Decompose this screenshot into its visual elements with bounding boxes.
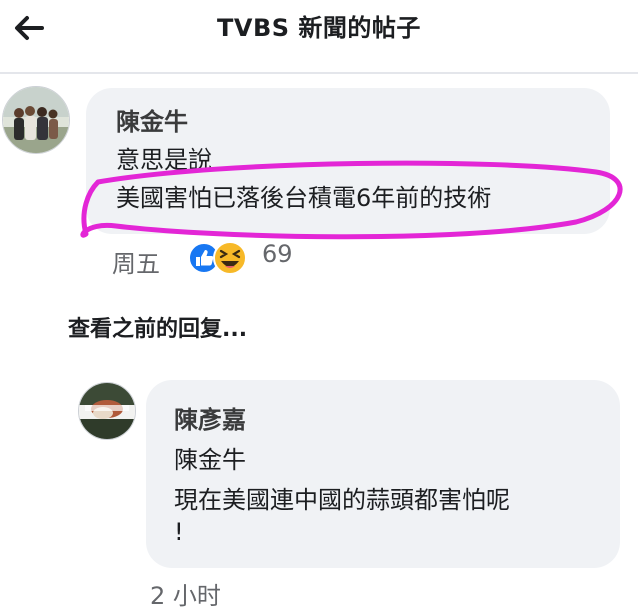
comment-author[interactable]: 陳金牛 [116, 102, 188, 137]
reactions[interactable] [186, 238, 252, 278]
comment-time[interactable]: 周五 [112, 244, 160, 279]
post-header: TVBS 新聞的帖子 [0, 0, 638, 74]
comment-bubble: 陳金牛 意思是說 美國害怕已落後台積電6年前的技術 [86, 88, 610, 234]
avatar[interactable] [2, 86, 70, 154]
page-title: TVBS 新聞的帖子 [217, 14, 421, 42]
comment-text-line: 美國害怕已落後台積電6年前的技術 [116, 184, 492, 212]
view-previous-replies-link[interactable]: 查看之前的回复... [68, 311, 247, 343]
reply-author[interactable]: 陳彥嘉 [174, 400, 246, 435]
reply-time[interactable]: 2 小时 [150, 576, 221, 611]
reply-bubble: 陳彥嘉 陳金牛 現在美國連中國的蒜頭都害怕呢 ! [146, 380, 620, 568]
reaction-count: 69 [262, 240, 293, 268]
avatar[interactable] [78, 382, 136, 440]
reply-text-line: ! [174, 518, 184, 546]
haha-icon [213, 241, 247, 275]
reply-text-line: 現在美國連中國的蒜頭都害怕呢 [174, 486, 510, 514]
comment-text-line: 意思是說 [116, 146, 212, 174]
mentioned-user-tag[interactable]: 陳金牛 [174, 440, 246, 475]
